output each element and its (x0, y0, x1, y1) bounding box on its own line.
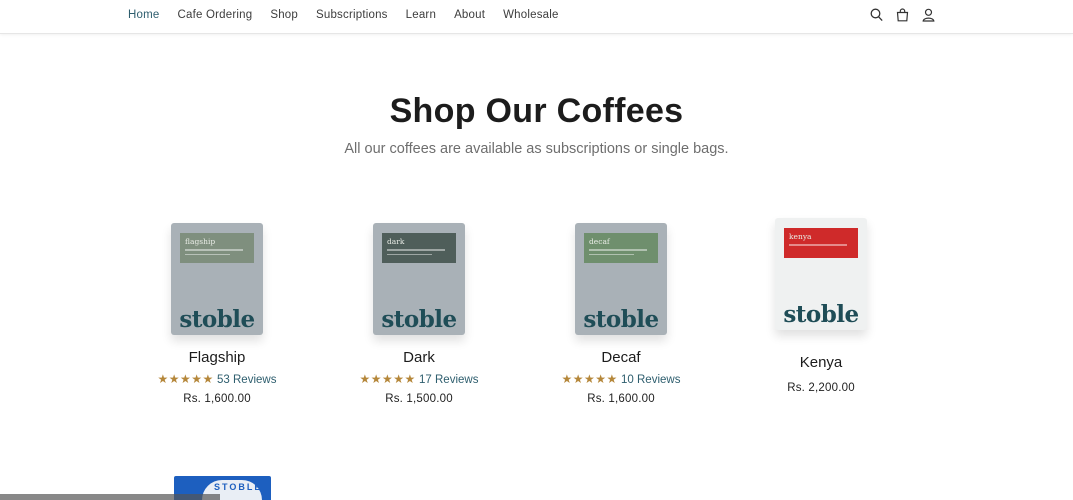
bag-label-text: kenya (789, 232, 812, 241)
product-image[interactable]: kenya stoble (775, 218, 867, 330)
product-price: Rs. 1,600.00 (183, 393, 251, 405)
bag-label-line (387, 249, 445, 251)
partial-image-text: STOBLE (214, 482, 263, 492)
product-price: Rs. 2,200.00 (787, 382, 855, 394)
product-card-kenya[interactable]: kenya stoble Kenya Rs. 2,200.00 (721, 210, 921, 394)
star-rating-icon: ★★★★★ (157, 372, 214, 386)
bag-brand-logo: stoble (179, 306, 255, 333)
search-icon[interactable] (870, 8, 883, 22)
review-count[interactable]: 17 Reviews (419, 374, 478, 386)
nav-about[interactable]: About (454, 9, 485, 21)
bag-label-line (185, 253, 230, 255)
product-card-decaf[interactable]: decaf stoble Decaf ★★★★★ 10 Reviews Rs. … (521, 210, 721, 405)
bag-label-line (387, 253, 432, 255)
nav-wholesale[interactable]: Wholesale (503, 9, 559, 21)
main-nav: Home Cafe Ordering Shop Subscriptions Le… (128, 9, 577, 21)
product-name[interactable]: Dark (319, 349, 519, 366)
bag-label: flagship (180, 233, 254, 263)
page-title: Shop Our Coffees (389, 92, 684, 130)
bag-label: dark (382, 233, 456, 263)
product-card-flagship[interactable]: flagship stoble Flagship ★★★★★ 53 Review… (117, 210, 317, 405)
product-price: Rs. 1,500.00 (385, 393, 453, 405)
nav-shop[interactable]: Shop (270, 9, 298, 21)
bag-brand-logo: stoble (583, 306, 659, 333)
star-rating-icon: ★★★★★ (359, 372, 416, 386)
page-subtitle: All our coffees are available as subscri… (344, 141, 729, 157)
bag-label-text: flagship (185, 237, 216, 246)
nav-learn[interactable]: Learn (406, 9, 436, 21)
product-card-dark[interactable]: dark stoble Dark ★★★★★ 17 Reviews Rs. 1,… (319, 210, 519, 405)
product-rating[interactable]: ★★★★★ 53 Reviews (117, 372, 317, 386)
bag-label-line (789, 244, 847, 246)
review-count[interactable]: 10 Reviews (621, 374, 680, 386)
product-image[interactable]: dark stoble (373, 223, 465, 335)
review-count[interactable]: 53 Reviews (217, 374, 276, 386)
bag-brand-logo: stoble (783, 301, 859, 328)
nav-cafe-ordering[interactable]: Cafe Ordering (177, 9, 252, 21)
bag-label-line (589, 253, 634, 255)
product-price: Rs. 1,600.00 (587, 393, 655, 405)
product-name[interactable]: Flagship (117, 349, 317, 366)
status-strip (0, 494, 220, 500)
bag-label-line (589, 249, 647, 251)
nav-subscriptions[interactable]: Subscriptions (316, 9, 388, 21)
nav-home[interactable]: Home (128, 9, 159, 21)
star-rating-icon: ★★★★★ (561, 372, 618, 386)
bag-label-line (185, 249, 243, 251)
product-image[interactable]: flagship stoble (171, 223, 263, 335)
product-rating[interactable]: ★★★★★ 10 Reviews (521, 372, 721, 386)
product-rating[interactable]: ★★★★★ 17 Reviews (319, 372, 519, 386)
bag-label: kenya (784, 228, 858, 258)
top-nav-bar: Home Cafe Ordering Shop Subscriptions Le… (0, 0, 1073, 34)
product-name[interactable]: Kenya (721, 354, 921, 371)
bag-label-text: dark (387, 237, 405, 246)
bag-label: decaf (584, 233, 658, 263)
product-name[interactable]: Decaf (521, 349, 721, 366)
product-image[interactable]: decaf stoble (575, 223, 667, 335)
bag-brand-logo: stoble (381, 306, 457, 333)
header-icons (870, 8, 935, 22)
bag-label-text: decaf (589, 237, 610, 246)
account-icon[interactable] (922, 8, 935, 22)
cart-icon[interactable] (896, 8, 909, 22)
